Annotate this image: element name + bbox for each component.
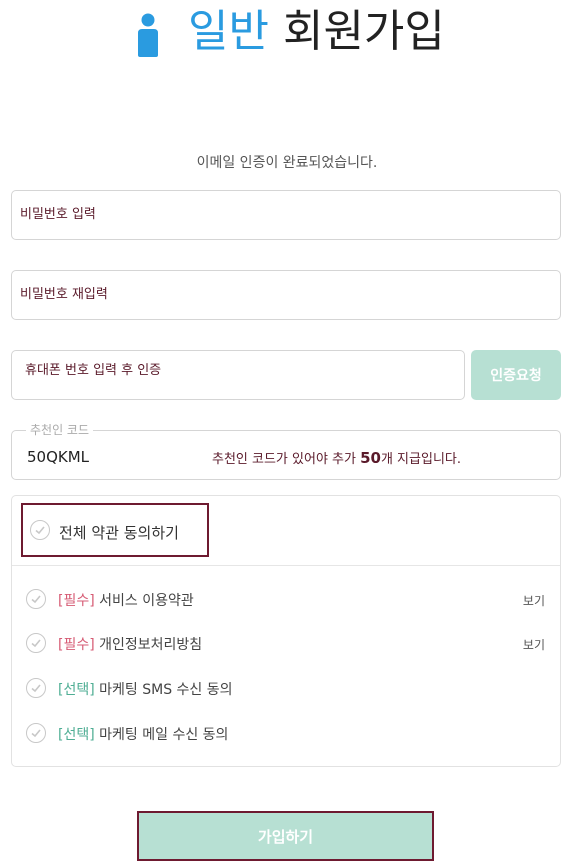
optional-tag: [선택] — [58, 727, 95, 743]
phone-input[interactable]: 휴대폰 번호 입력 후 인증 — [11, 350, 465, 400]
signup-button[interactable]: 가입하기 — [137, 811, 434, 861]
referral-hint: 추천인 코드가 있어야 추가 50개 지급입니다. — [212, 449, 461, 467]
term-label: 서비스 이용약관 — [99, 593, 194, 609]
verify-request-button[interactable]: 인증요청 — [471, 350, 561, 400]
page-title: 일반 회원가입 — [188, 4, 445, 60]
term-privacy[interactable]: [필수] 개인정보처리방침 보기 — [26, 631, 550, 655]
term-marketing-sms[interactable]: [선택] 마케팅 SMS 수신 동의 — [26, 676, 550, 700]
required-tag: [필수] — [58, 637, 95, 653]
required-tag: [필수] — [58, 593, 95, 609]
password-confirm-placeholder: 비밀번호 재입력 — [20, 287, 108, 302]
check-circle-icon — [26, 678, 46, 698]
referral-code-input[interactable]: 50QKML 추천인 코드가 있어야 추가 50개 지급입니다. — [11, 430, 561, 480]
person-icon — [138, 13, 158, 57]
optional-tag: [선택] — [58, 682, 95, 698]
view-link[interactable]: 보기 — [523, 636, 545, 653]
phone-placeholder: 휴대폰 번호 입력 후 인증 — [25, 363, 162, 378]
term-service[interactable]: [필수] 서비스 이용약관 보기 — [26, 587, 550, 611]
title-accent: 일반 — [188, 6, 269, 57]
view-link[interactable]: 보기 — [523, 592, 545, 609]
referral-code-label: 추천인 코드 — [26, 421, 94, 438]
check-circle-icon — [26, 723, 46, 743]
term-label: 개인정보처리방침 — [99, 637, 203, 653]
agree-all-label: 전체 약관 동의하기 — [59, 524, 179, 542]
password-input[interactable]: 비밀번호 입력 — [11, 190, 561, 240]
divider — [12, 565, 560, 566]
title-rest: 회원가입 — [282, 6, 445, 57]
referral-code-value: 50QKML — [27, 448, 90, 466]
agree-all-checkbox[interactable]: 전체 약관 동의하기 — [21, 503, 209, 557]
check-circle-icon — [30, 520, 50, 540]
term-marketing-email[interactable]: [선택] 마케팅 메일 수신 동의 — [26, 721, 550, 745]
password-confirm-input[interactable]: 비밀번호 재입력 — [11, 270, 561, 320]
check-circle-icon — [26, 589, 46, 609]
check-circle-icon — [26, 633, 46, 653]
term-label: 마케팅 메일 수신 동의 — [99, 727, 229, 743]
email-verified-notice: 이메일 인증이 완료되었습니다. — [196, 155, 378, 171]
page-header: 일반 회원가입 — [0, 0, 574, 70]
term-label: 마케팅 SMS 수신 동의 — [99, 682, 233, 698]
password-placeholder: 비밀번호 입력 — [20, 207, 96, 222]
